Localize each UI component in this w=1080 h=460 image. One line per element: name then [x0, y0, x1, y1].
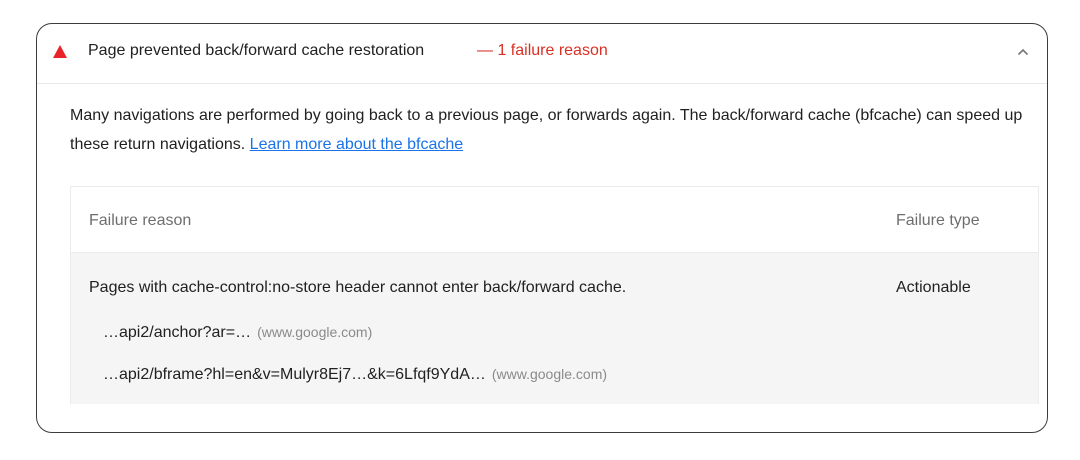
description-text: Many navigations are performed by going …	[70, 107, 1023, 153]
failure-reason-text: Pages with cache-control:no-store header…	[89, 279, 627, 296]
audit-title: Page prevented back/forward cache restor…	[88, 42, 425, 59]
failure-type-text: Actionable	[896, 279, 971, 296]
subitem-url: …api2/bframe?hl=en&v=Mulyr8Ej7…&k=6Lfqf9…	[103, 366, 486, 383]
learn-more-link[interactable]: Learn more about the bfcache	[250, 136, 463, 153]
column-header-reason: Failure reason	[89, 212, 192, 229]
table-row: Pages with cache-control:no-store header…	[71, 253, 1038, 404]
audit-description: Many navigations are performed by going …	[70, 101, 1030, 159]
subitem-url: …api2/anchor?ar=…	[103, 324, 252, 341]
audit-header[interactable]: Page prevented back/forward cache restor…	[37, 24, 1047, 84]
subitem-row: …api2/anchor?ar=… (www.google.com)	[103, 324, 372, 342]
column-header-type: Failure type	[896, 212, 980, 229]
warning-triangle-icon	[53, 45, 67, 58]
subitem-origin: (www.google.com)	[491, 366, 608, 382]
subitem-origin: (www.google.com)	[257, 324, 373, 340]
audit-card: Page prevented back/forward cache restor…	[36, 23, 1048, 433]
table-header: Failure reason Failure type	[71, 187, 1038, 253]
failure-table: Failure reason Failure type Pages with c…	[70, 186, 1039, 404]
subitem-row: …api2/bframe?hl=en&v=Mulyr8Ej7…&k=6Lfqf9…	[103, 366, 607, 384]
chevron-up-icon[interactable]	[1015, 44, 1031, 60]
audit-display-value: — 1 failure reason	[477, 42, 608, 59]
